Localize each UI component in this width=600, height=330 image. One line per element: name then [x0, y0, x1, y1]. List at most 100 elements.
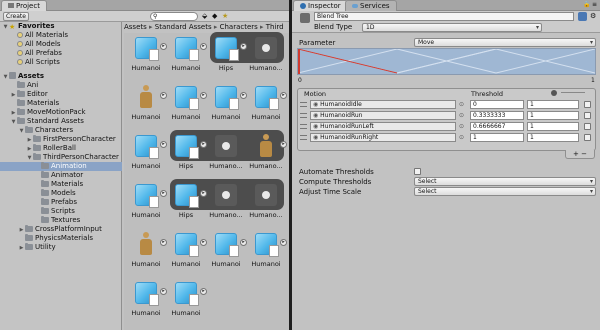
tab-inspector[interactable]: Inspector	[293, 0, 348, 11]
tree-item-materials[interactable]: Materials	[0, 180, 122, 189]
drag-handle-icon[interactable]	[300, 135, 307, 140]
favorite-star-icon[interactable]: ★	[222, 12, 228, 20]
automate-thresholds-checkbox[interactable]	[414, 168, 421, 175]
drag-handle-icon[interactable]	[300, 113, 307, 118]
filter-by-type-icon[interactable]: ⬙	[202, 12, 207, 20]
asset-tile[interactable]: ▸ Hips	[168, 181, 207, 223]
object-picker-icon[interactable]: ⊙	[459, 101, 464, 108]
tree-item-assets[interactable]: ▼ Assets	[0, 72, 122, 81]
object-picker-icon[interactable]: ⊙	[459, 123, 464, 130]
tree-item-animation[interactable]: Animation	[0, 162, 122, 171]
speed-field[interactable]: 1	[527, 100, 579, 109]
lock-icon[interactable]: 🔒	[583, 1, 590, 8]
asset-tile[interactable]: ▸ Hips	[208, 34, 247, 76]
breadcrumb-item[interactable]: Standard Assets	[155, 23, 212, 31]
asset-tile[interactable]: Humano...	[248, 181, 284, 223]
breadcrumb-item[interactable]: Characters	[220, 23, 258, 31]
expand-arrow-icon[interactable]: ▸	[280, 141, 287, 148]
compute-thresholds-dropdown[interactable]: Select	[414, 177, 596, 186]
tree-item-utility[interactable]: ▶ Utility	[0, 243, 122, 252]
help-book-icon[interactable]	[578, 12, 587, 21]
tree-item-rollerball[interactable]: ▶ RollerBall	[0, 144, 122, 153]
expand-arrow-icon[interactable]: ▸	[240, 43, 247, 50]
tree-item-models[interactable]: Models	[0, 189, 122, 198]
speed-field[interactable]: 1	[527, 111, 579, 120]
tree-item-all-models[interactable]: All Models	[0, 40, 122, 49]
collapsed-arrow-icon[interactable]: ▶	[18, 244, 25, 253]
asset-tile[interactable]: ▸ Humanoi	[128, 83, 167, 125]
object-picker-icon[interactable]: ⊙	[459, 112, 464, 119]
remove-motion-button[interactable]: −	[581, 150, 587, 158]
expand-arrow-icon[interactable]: ▸	[200, 239, 207, 246]
motion-field[interactable]: ◉ HumanoidRunLeft	[310, 122, 456, 131]
asset-tile[interactable]: ▸ Humanoi	[248, 83, 287, 125]
search-input[interactable]: ⚲	[150, 12, 198, 21]
expand-arrow-icon[interactable]: ▸	[160, 239, 167, 246]
expand-arrow-icon[interactable]: ▸	[200, 92, 207, 99]
expand-arrow-icon[interactable]: ▸	[200, 190, 207, 197]
motion-field[interactable]: ◉ HumanoidIdle	[310, 100, 456, 109]
expand-arrow-icon[interactable]: ▸	[240, 239, 247, 246]
expand-arrow-icon[interactable]: ▸	[160, 190, 167, 197]
asset-tile[interactable]: ▸ Humanoi	[168, 279, 207, 321]
breadcrumb-item[interactable]: Third	[266, 23, 284, 31]
threshold-field[interactable]: 1	[470, 133, 524, 142]
expand-arrow-icon[interactable]: ▸	[160, 43, 167, 50]
asset-tile[interactable]: ▸ Humanoi	[168, 34, 207, 76]
drag-handle-icon[interactable]	[300, 102, 307, 107]
add-motion-button[interactable]: +	[573, 150, 579, 158]
settings-gear-icon[interactable]: ⚙	[590, 12, 596, 20]
motion-field[interactable]: ◉ HumanoidRunRight	[310, 133, 456, 142]
blend-tree-name-field[interactable]: Blend Tree	[314, 12, 574, 21]
asset-tile[interactable]: ▸ Humanoi	[128, 181, 167, 223]
asset-tile[interactable]: ▸ Humanoi	[128, 230, 167, 272]
expand-arrow-icon[interactable]: ▸	[200, 43, 207, 50]
tree-item-movemotionpack[interactable]: ▶ MoveMotionPack	[0, 108, 122, 117]
tree-item-characters[interactable]: ▼ Characters	[0, 126, 122, 135]
threshold-field[interactable]: 0	[470, 100, 524, 109]
filter-by-label-icon[interactable]: ◆	[212, 12, 217, 20]
tree-item-materials[interactable]: Materials	[0, 99, 122, 108]
tab-project[interactable]: Project	[1, 0, 47, 11]
mirror-checkbox[interactable]	[584, 134, 591, 141]
tree-item-firstpersoncharacter[interactable]: ▶ FirstPersonCharacter	[0, 135, 122, 144]
threshold-field[interactable]: 0.6666667	[470, 122, 524, 131]
expand-arrow-icon[interactable]: ▸	[160, 288, 167, 295]
speed-field[interactable]: 1	[527, 133, 579, 142]
object-picker-icon[interactable]: ⊙	[459, 134, 464, 141]
folder-tree[interactable]: ▼ ★ Favorites All Materials All Models All Pr…	[0, 22, 122, 330]
tree-item-favorites[interactable]: ▼ ★ Favorites	[0, 22, 122, 31]
asset-tile[interactable]: ▸ Humanoi	[208, 230, 247, 272]
motion-field[interactable]: ◉ HumanoidRun	[310, 111, 456, 120]
expand-arrow-icon[interactable]: ▸	[240, 92, 247, 99]
expand-arrow-icon[interactable]: ▸	[200, 141, 207, 148]
drag-handle-icon[interactable]	[300, 124, 307, 129]
speed-field[interactable]: 1	[527, 122, 579, 131]
tree-item-scripts[interactable]: Scripts	[0, 207, 122, 216]
tree-item-editor[interactable]: ▶ Editor	[0, 90, 122, 99]
asset-tile[interactable]: ▸ Humanoi	[208, 83, 247, 125]
tree-item-crossplatforminput[interactable]: ▶ CrossPlatformInput	[0, 225, 122, 234]
asset-tile[interactable]: ▸ Humanoi	[168, 230, 207, 272]
tree-item-all-scripts[interactable]: All Scripts	[0, 58, 122, 67]
breadcrumb-item[interactable]: Assets	[124, 23, 147, 31]
asset-tile[interactable]: ▸ Humanoi	[128, 34, 167, 76]
mirror-checkbox[interactable]	[584, 123, 591, 130]
expand-arrow-icon[interactable]: ▸	[200, 288, 207, 295]
asset-tile[interactable]: Humano...	[208, 132, 244, 174]
tree-item-physicsmaterials[interactable]: PhysicsMaterials	[0, 234, 122, 243]
mirror-checkbox[interactable]	[584, 101, 591, 108]
asset-tile[interactable]: ▸ Humanoi	[128, 279, 167, 321]
tree-item-thirdpersoncharacter[interactable]: ▼ ThirdPersonCharacter	[0, 153, 122, 162]
tree-item-standard-assets[interactable]: ▼ Standard Assets	[0, 117, 122, 126]
asset-tile[interactable]: ▸ Humanoi	[248, 230, 287, 272]
blend-type-dropdown[interactable]: 1D	[362, 23, 542, 32]
asset-tile[interactable]: Humano...	[248, 34, 284, 76]
threshold-field[interactable]: 0.3333333	[470, 111, 524, 120]
asset-tile[interactable]: ▸ Humano...	[248, 132, 287, 174]
tree-item-all-prefabs[interactable]: All Prefabs	[0, 49, 122, 58]
adjust-time-scale-dropdown[interactable]: Select	[414, 187, 596, 196]
parameter-dropdown[interactable]: Move	[414, 38, 596, 47]
tree-item-animator[interactable]: Animator	[0, 171, 122, 180]
asset-tile[interactable]: ▸ Humanoi	[128, 132, 167, 174]
